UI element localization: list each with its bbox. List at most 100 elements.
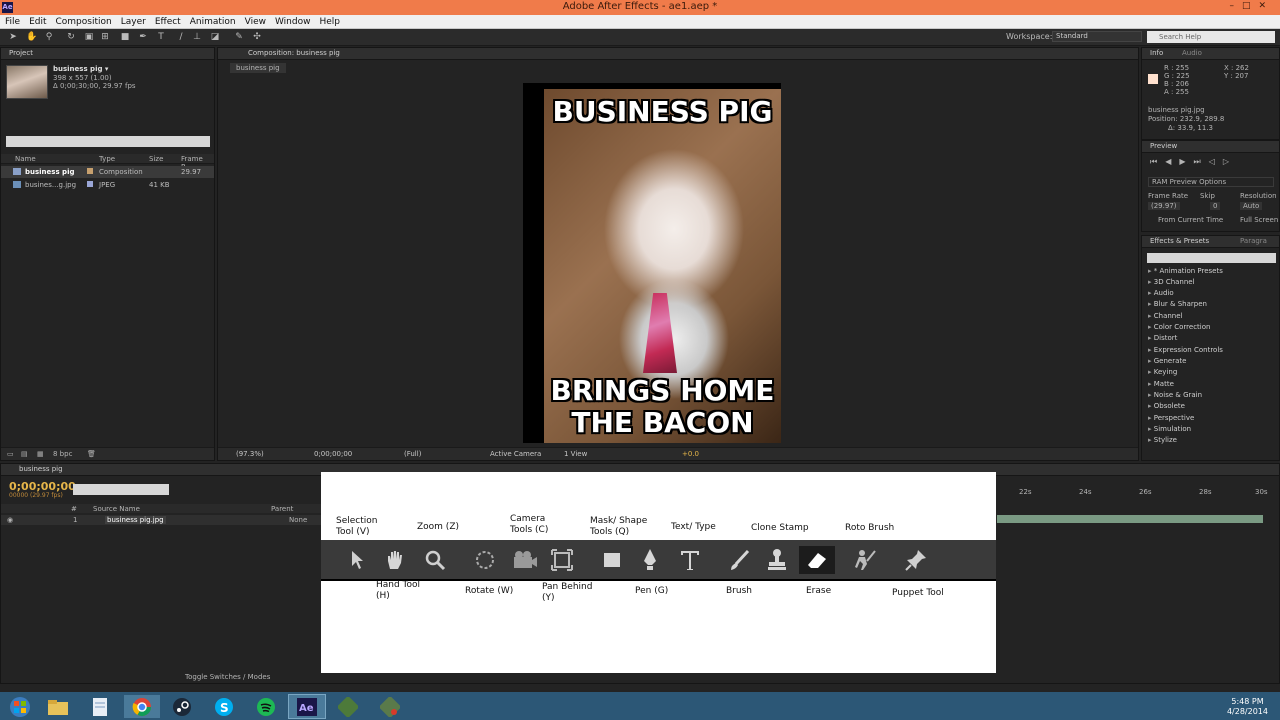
col-size[interactable]: Size: [149, 155, 163, 163]
effects-category-item[interactable]: Expression Controls: [1148, 346, 1223, 354]
effects-category-item[interactable]: Noise & Grain: [1148, 391, 1202, 399]
tab-project[interactable]: Project: [9, 49, 33, 57]
chrome-icon[interactable]: [124, 695, 160, 718]
type-tool-icon[interactable]: T: [156, 32, 166, 42]
selection-tool-icon[interactable]: ➤: [8, 32, 18, 42]
clone-stamp-tool-icon[interactable]: ⊥: [192, 32, 202, 42]
toggle-switches-modes[interactable]: Toggle Switches / Modes: [185, 673, 270, 681]
app-recorder-icon[interactable]: [372, 695, 408, 718]
tab-timeline-comp[interactable]: business pig: [19, 465, 63, 473]
tab-preview[interactable]: Preview: [1150, 142, 1177, 150]
effects-category-item[interactable]: Color Correction: [1148, 323, 1211, 331]
col-type[interactable]: Type: [99, 155, 115, 163]
tab-composition[interactable]: Composition: business pig: [248, 49, 340, 57]
after-effects-taskbar-icon[interactable]: Ae: [288, 694, 326, 719]
resolution-select[interactable]: (Full): [404, 450, 421, 458]
current-time-display[interactable]: 0;00;00;00: [314, 450, 352, 458]
tab-info[interactable]: Info: [1150, 49, 1163, 57]
col-name[interactable]: Name: [15, 155, 36, 163]
camera-view-select[interactable]: Active Camera: [490, 450, 541, 458]
menu-animation[interactable]: Animation: [185, 15, 240, 27]
new-folder-icon[interactable]: ▤: [21, 450, 28, 458]
project-row-jpeg[interactable]: busines...g.jpg JPEG 41 KB: [1, 179, 214, 191]
window-controls[interactable]: –□✕: [1229, 1, 1274, 11]
menu-view[interactable]: View: [240, 15, 270, 27]
time-ruler[interactable]: 22s 24s 26s 28s 30s: [997, 485, 1277, 497]
rectangle-tool-icon[interactable]: ■: [120, 32, 130, 42]
composition-subtab[interactable]: business pig: [230, 63, 286, 73]
skype-icon[interactable]: S: [206, 695, 242, 718]
search-help-input[interactable]: Search Help: [1147, 31, 1275, 43]
start-button-icon[interactable]: [2, 695, 38, 718]
layer-duration-bar[interactable]: [997, 515, 1263, 523]
from-current-time-checkbox[interactable]: From Current Time: [1158, 216, 1223, 224]
roto-brush-tool-icon[interactable]: ✎: [234, 32, 244, 42]
menu-effect[interactable]: Effect: [150, 15, 185, 27]
tab-paragraph[interactable]: Paragra: [1240, 237, 1267, 245]
effects-category-item[interactable]: Stylize: [1148, 436, 1177, 444]
visibility-eye-icon[interactable]: ◉: [7, 516, 13, 524]
effects-category-item[interactable]: Simulation: [1148, 425, 1191, 433]
minimize-icon[interactable]: –: [1229, 1, 1242, 11]
new-composition-icon[interactable]: ▦: [37, 450, 44, 458]
effects-category-item[interactable]: * Animation Presets: [1148, 267, 1223, 275]
frame-rate-select[interactable]: (29.97): [1148, 202, 1180, 210]
view-layout-select[interactable]: 1 View: [564, 450, 587, 458]
maximize-icon[interactable]: □: [1242, 1, 1259, 11]
workspace-select[interactable]: Standard: [1052, 31, 1142, 42]
timeline-layer-row[interactable]: ◉ 1 business pig.jpg None: [1, 515, 322, 525]
effects-category-item[interactable]: Perspective: [1148, 414, 1195, 422]
menu-composition[interactable]: Composition: [51, 15, 116, 27]
project-search-input[interactable]: [6, 136, 210, 147]
file-explorer-icon[interactable]: [40, 695, 76, 718]
menu-layer[interactable]: Layer: [116, 15, 150, 27]
eraser-tool-icon[interactable]: ◪: [210, 32, 220, 42]
puppet-tool-icon[interactable]: ✣: [252, 32, 262, 42]
menu-window[interactable]: Window: [270, 15, 315, 27]
playback-controls[interactable]: ⏮◀▶⏭◁▷: [1150, 157, 1237, 167]
interpret-footage-icon[interactable]: ▭: [7, 450, 14, 458]
col-parent[interactable]: Parent: [271, 505, 293, 513]
effects-category-item[interactable]: Channel: [1148, 312, 1183, 320]
effects-category-item[interactable]: Matte: [1148, 380, 1174, 388]
brush-tool-icon[interactable]: ∕: [176, 32, 186, 42]
effects-category-item[interactable]: Keying: [1148, 368, 1178, 376]
exposure-value[interactable]: +0.0: [682, 450, 699, 458]
notepad-icon[interactable]: [82, 695, 118, 718]
effects-category-item[interactable]: Distort: [1148, 334, 1178, 342]
timeline-search-input[interactable]: [73, 484, 169, 495]
app-green-icon[interactable]: [330, 695, 366, 718]
effects-category-item[interactable]: 3D Channel: [1148, 278, 1195, 286]
pan-behind-tool-icon[interactable]: ⊞: [100, 32, 110, 42]
ram-preview-options[interactable]: RAM Preview Options: [1148, 177, 1274, 187]
menu-file[interactable]: File: [0, 15, 24, 27]
effects-search-input[interactable]: [1147, 253, 1276, 263]
layer-parent-select[interactable]: None: [289, 516, 307, 524]
rotate-tool-icon[interactable]: ↻: [66, 32, 76, 42]
camera-tool-icon[interactable]: ▣: [84, 32, 94, 42]
steam-icon[interactable]: [164, 695, 200, 718]
effects-category-item[interactable]: Blur & Sharpen: [1148, 300, 1207, 308]
effects-category-item[interactable]: Audio: [1148, 289, 1174, 297]
project-row-composition[interactable]: business pig Composition 29.97: [1, 166, 214, 178]
project-bpc[interactable]: 8 bpc: [53, 450, 72, 458]
composition-viewer[interactable]: BUSINESS PIG BRINGS HOME THE BACON: [523, 83, 781, 443]
col-source-name[interactable]: Source Name: [93, 505, 140, 513]
tab-effects-presets[interactable]: Effects & Presets: [1150, 237, 1209, 245]
effects-category-item[interactable]: Generate: [1148, 357, 1187, 365]
delete-icon[interactable]: 🗑: [87, 450, 96, 458]
pen-tool-icon[interactable]: ✒: [138, 32, 148, 42]
spotify-icon[interactable]: [248, 695, 284, 718]
tab-audio[interactable]: Audio: [1182, 49, 1202, 57]
full-screen-checkbox[interactable]: Full Screen: [1240, 216, 1278, 224]
skip-select[interactable]: 0: [1210, 202, 1221, 210]
system-clock[interactable]: 5:48 PM 4/28/2014: [1227, 697, 1268, 717]
resolution-select[interactable]: Auto: [1240, 202, 1263, 210]
effects-category-item[interactable]: Obsolete: [1148, 402, 1185, 410]
hand-tool-icon[interactable]: ✋: [26, 32, 37, 42]
project-item-name[interactable]: business pig ▾: [53, 65, 108, 73]
menu-help[interactable]: Help: [314, 15, 344, 27]
zoom-tool-icon[interactable]: ⚲: [44, 32, 54, 42]
layer-name[interactable]: business pig.jpg: [105, 516, 166, 524]
zoom-level-select[interactable]: (97.3%): [236, 450, 264, 458]
